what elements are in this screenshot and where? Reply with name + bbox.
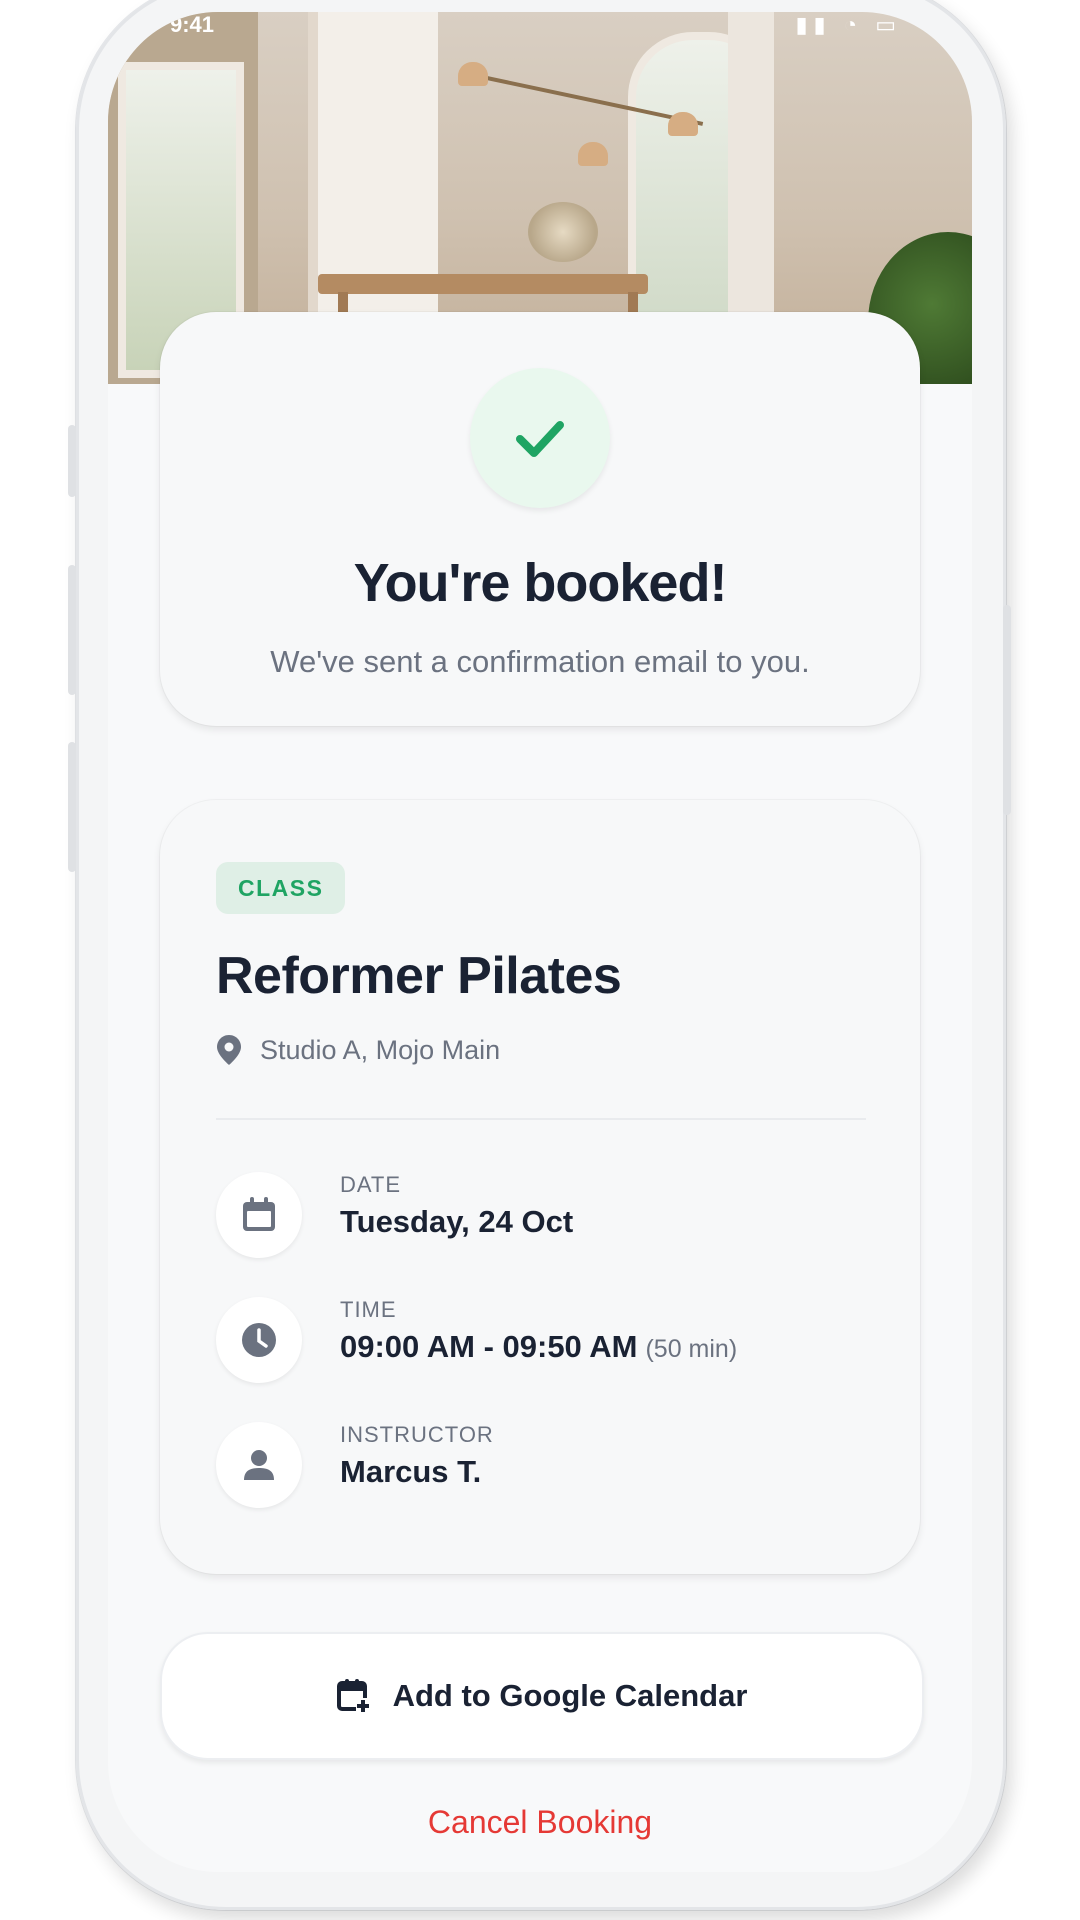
person-icon <box>244 1450 274 1480</box>
time-label: TIME <box>340 1297 397 1322</box>
time-value-line: 09:00 AM - 09:50 AM (50 min) <box>340 1329 737 1365</box>
confirmation-card: You're booked! We've sent a confirmation… <box>160 312 920 726</box>
phone-side-button <box>68 565 76 695</box>
time-icon-circle <box>216 1297 302 1383</box>
instructor-icon-circle <box>216 1422 302 1508</box>
add-to-google-calendar-button[interactable]: Add to Google Calendar <box>160 1632 924 1760</box>
class-title: Reformer Pilates <box>216 947 622 1005</box>
battery-icon: ▭ <box>875 12 902 37</box>
instructor-value: Marcus T. <box>340 1454 482 1489</box>
duration-text: (50 min) <box>645 1335 738 1363</box>
calendar-add-icon <box>336 1679 371 1714</box>
clock-icon <box>242 1323 276 1357</box>
divider <box>216 1118 866 1120</box>
date-label: DATE <box>340 1172 402 1197</box>
time-row: TIME 09:00 AM - 09:50 AM (50 min) <box>216 1297 866 1383</box>
check-icon <box>516 421 564 457</box>
location-row: Studio A, Mojo Main <box>216 1028 500 1072</box>
location-text: Studio A, Mojo Main <box>260 1034 501 1065</box>
instructor-label: INSTRUCTOR <box>340 1422 494 1447</box>
add-to-calendar-label: Add to Google Calendar <box>392 1678 748 1713</box>
confirmation-subtitle: We've sent a confirmation email to you. <box>270 644 810 679</box>
signal-icon: ▮▮ <box>795 12 832 37</box>
calendar-icon <box>243 1197 275 1231</box>
booking-details-card: CLASS Reformer Pilates Studio A, Mojo Ma… <box>160 800 920 1574</box>
confirmation-title: You're booked! <box>353 553 728 613</box>
status-time: 9:41 <box>170 12 215 37</box>
wifi-icon: ◔ <box>843 12 864 37</box>
phone-screen: 9:41 ▮▮ ◔ ▭ You're booked! We've sent a … <box>108 12 972 1872</box>
phone-side-button <box>68 425 76 497</box>
phone-side-button <box>1003 605 1011 815</box>
instructor-row: INSTRUCTOR Marcus T. <box>216 1422 866 1508</box>
time-value: 09:00 AM - 09:50 AM <box>340 1329 638 1364</box>
location-pin-icon <box>217 1035 241 1065</box>
phone-side-button <box>68 742 76 872</box>
class-badge: CLASS <box>216 862 346 914</box>
success-badge <box>470 368 610 508</box>
date-icon-circle <box>216 1172 302 1258</box>
status-bar: 9:41 ▮▮ ◔ ▭ <box>108 12 972 48</box>
status-icons: ▮▮ ◔ ▭ <box>795 12 902 38</box>
date-value: Tuesday, 24 Oct <box>340 1204 574 1239</box>
cancel-booking-link[interactable]: Cancel Booking <box>160 1804 920 1841</box>
date-row: DATE Tuesday, 24 Oct <box>216 1172 866 1258</box>
